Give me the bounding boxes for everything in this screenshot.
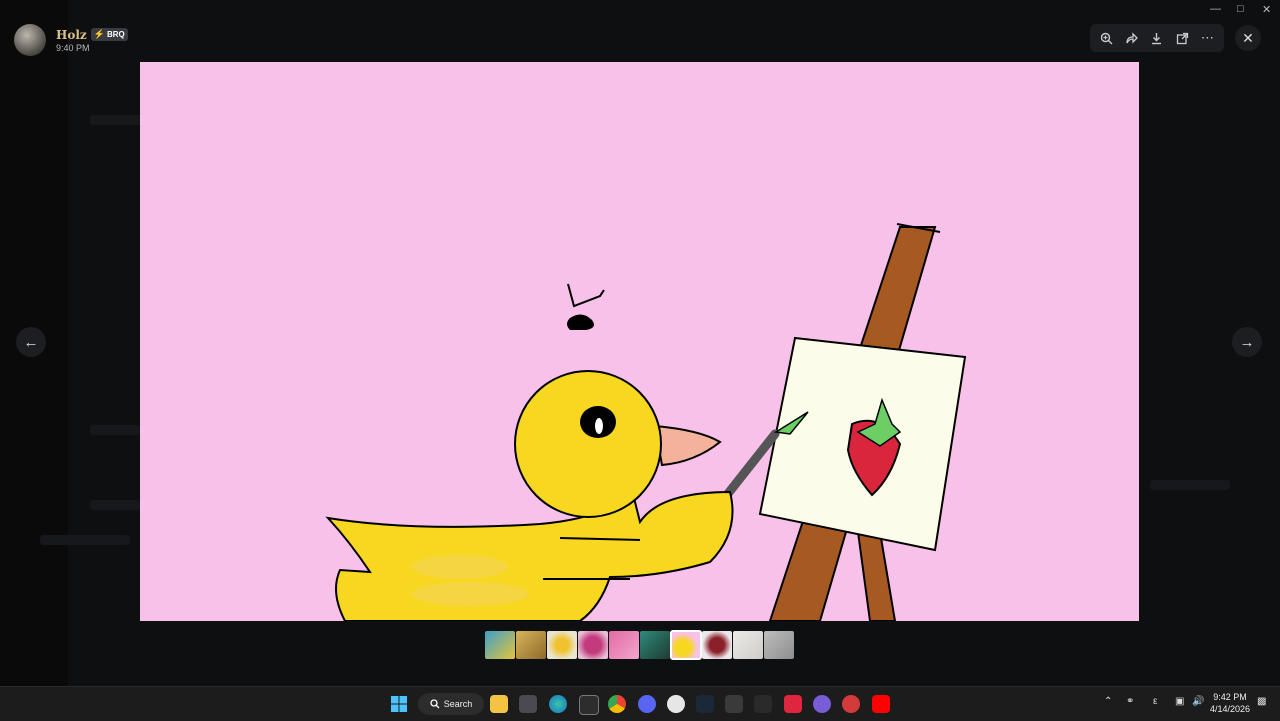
search-icon: [430, 699, 440, 709]
avatar[interactable]: [14, 24, 46, 56]
image-toolbar: ⋯: [1090, 24, 1224, 52]
download-icon[interactable]: [1147, 28, 1167, 48]
close-viewer-button[interactable]: ✕: [1235, 25, 1261, 51]
adobe-icon[interactable]: [784, 695, 802, 713]
clock-date: 4/14/2026: [1210, 704, 1251, 714]
notifications-icon[interactable]: ▩: [1257, 696, 1266, 707]
discord-icon[interactable]: [638, 695, 656, 713]
app-icon[interactable]: [842, 695, 860, 713]
duck-beak: [653, 424, 722, 467]
youtube-icon[interactable]: [872, 695, 890, 713]
thumbnail[interactable]: [547, 631, 577, 659]
thumbnail[interactable]: [578, 631, 608, 659]
previous-image-button[interactable]: ←: [16, 327, 46, 357]
channel-placeholder: [90, 425, 140, 435]
maximize-icon[interactable]: □: [1237, 3, 1244, 15]
taskbar-clock[interactable]: 9:42 PM 4/14/2026: [1210, 691, 1250, 715]
uploader-info: Holz ⚡ BRQ 9:40 PM: [14, 24, 128, 56]
main-image: [140, 62, 1139, 621]
thumbnail[interactable]: [702, 631, 732, 659]
forward-icon[interactable]: [1122, 28, 1142, 48]
thumbnail[interactable]: [609, 631, 639, 659]
thumbnail[interactable]: [640, 631, 670, 659]
upload-timestamp: 9:40 PM: [56, 42, 90, 53]
keyboard-app-icon[interactable]: [725, 695, 743, 713]
minimize-icon[interactable]: —: [1210, 3, 1221, 15]
server-tag-label: BRQ: [106, 30, 125, 39]
thumbnail[interactable]: [733, 631, 763, 659]
microphone-icon[interactable]: ⚭: [1126, 696, 1134, 707]
easel-leg: [856, 531, 897, 621]
duck-painting-drawing: [325, 223, 967, 621]
volume-icon[interactable]: 🔊: [1192, 696, 1204, 707]
chrome-icon[interactable]: [608, 695, 626, 713]
network-icon[interactable]: ▣: [1175, 696, 1184, 707]
duck-tuft: [567, 314, 594, 330]
open-external-icon[interactable]: [1172, 28, 1192, 48]
thumbnail-strip: [485, 630, 794, 660]
chevron-up-icon[interactable]: ⌃: [1104, 696, 1112, 707]
duck-head: [514, 370, 662, 518]
store-icon[interactable]: [519, 695, 537, 713]
thumbnail[interactable]: [764, 631, 794, 659]
duck-body: [325, 478, 734, 621]
bolt-icon: ⚡: [93, 29, 105, 39]
windows-start-icon[interactable]: [390, 695, 408, 713]
channel-placeholder: [90, 500, 140, 510]
more-icon[interactable]: ⋯: [1197, 28, 1217, 48]
uploader-name[interactable]: Holz: [56, 28, 87, 42]
epic-games-icon[interactable]: [579, 695, 599, 715]
taskbar-search[interactable]: Search: [418, 693, 484, 715]
thumbnail[interactable]: [485, 631, 515, 659]
thumbnail-active[interactable]: [670, 630, 702, 660]
taskbar: Search ⌃ ⚭ ε ▣ 🔊 9:42 PM 4/14/2026 ▩: [0, 686, 1280, 721]
search-label: Search: [443, 699, 473, 709]
member-placeholder: [1150, 480, 1230, 490]
edge-icon[interactable]: [549, 695, 567, 713]
window-close-icon[interactable]: ✕: [1262, 3, 1271, 16]
language-icon[interactable]: ε: [1153, 696, 1157, 707]
app-icon[interactable]: [813, 695, 831, 713]
next-image-button[interactable]: →: [1232, 327, 1262, 357]
app-icon[interactable]: [754, 695, 772, 713]
zoom-in-icon[interactable]: [1097, 28, 1117, 48]
channel-placeholder: [40, 535, 130, 545]
thumbnail[interactable]: [516, 631, 546, 659]
settings-icon[interactable]: [667, 695, 685, 713]
server-tag-badge: ⚡ BRQ: [90, 28, 128, 41]
steam-icon[interactable]: [696, 695, 714, 713]
file-explorer-icon[interactable]: [490, 695, 508, 713]
clock-time: 9:42 PM: [1213, 692, 1247, 702]
